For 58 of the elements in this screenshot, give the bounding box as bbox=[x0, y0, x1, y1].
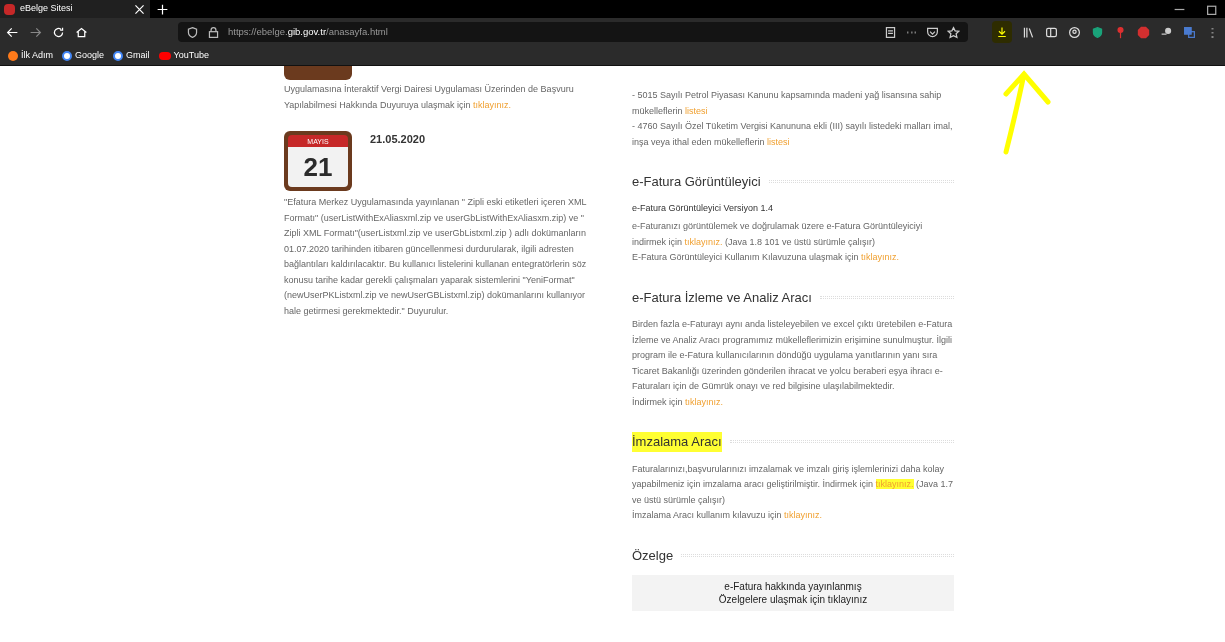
pin-icon[interactable] bbox=[1114, 25, 1127, 39]
close-icon[interactable] bbox=[133, 2, 146, 16]
section-heading: e-Fatura Görüntüleyici bbox=[632, 173, 761, 191]
download-icon bbox=[996, 26, 1008, 38]
paragraph: E-Fatura Görüntüleyici Kullanım Kılavuzuna ulaşmak için tıklayınız. bbox=[632, 251, 901, 264]
download-button[interactable] bbox=[992, 21, 1012, 43]
firefox-icon bbox=[8, 50, 18, 61]
account-icon[interactable] bbox=[1068, 25, 1081, 39]
link[interactable]: tıklayınız. bbox=[472, 99, 511, 110]
link[interactable]: tıklayınız. bbox=[684, 236, 723, 247]
shield-icon[interactable] bbox=[186, 25, 199, 39]
paragraph: İndirmek için tıklayınız. bbox=[632, 395, 725, 409]
lock-icon[interactable] bbox=[207, 25, 220, 39]
pocket-icon[interactable] bbox=[926, 25, 939, 39]
sidebar-icon[interactable] bbox=[1045, 25, 1058, 39]
youtube-icon bbox=[158, 51, 171, 60]
forward-icon[interactable] bbox=[29, 25, 42, 39]
paragraph: - 4760 Sayılı Özel Tüketim Vergisi Kanununa ekli (III) sayılı listedeki malları imal, inşa veya ithal eden mükelleflerin listesi bbox=[632, 120, 954, 149]
tab-title: eBelge Sitesi bbox=[20, 2, 74, 16]
bookmark[interactable]: İlk Adım bbox=[8, 48, 53, 63]
link[interactable]: listesi bbox=[685, 105, 708, 116]
paragraph: e-Faturanızı görüntülemek ve doğrulamak üzere e-Fatura Görüntüleyiciyi indirmek için tıklayınız. (Java 1.8 101 ve üstü sürümle çalışır) bbox=[632, 220, 924, 249]
home-icon[interactable] bbox=[75, 25, 88, 39]
address-bar[interactable]: https://ebelge.gib.gov.tr/anasayfa.html bbox=[178, 22, 968, 42]
shield-icon[interactable] bbox=[1091, 25, 1104, 39]
calendar-icon bbox=[284, 66, 352, 80]
bookmark[interactable]: Google bbox=[62, 48, 105, 63]
calendar-day: 21 bbox=[303, 154, 333, 180]
section-heading: İmzalama Aracı bbox=[632, 432, 722, 452]
link[interactable]: tıklayınız. bbox=[784, 510, 823, 520]
adblock-icon[interactable] bbox=[1137, 25, 1150, 39]
link[interactable]: tıklayınız. bbox=[861, 252, 900, 262]
paragraph: Uygulamasına İnteraktif Vergi Dairesi Uygulaması Üzerinden de Başvuru Yapılabilmesi Hakkında Duyuruya ulaşmak için tıklayınız. bbox=[284, 83, 575, 112]
back-icon[interactable] bbox=[6, 25, 19, 39]
paragraph: - 5015 Sayılı Petrol Piyasası Kanunu kapsamında madeni yağ lisansına sahip mükelleflerin listesi bbox=[632, 89, 943, 118]
paragraph: İmzalama Aracı kullanım kılavuzu için tıklayınız. bbox=[632, 509, 824, 522]
bookmark[interactable]: Gmail bbox=[113, 48, 150, 63]
bookmark[interactable]: YouTube bbox=[158, 48, 209, 63]
translate-icon[interactable] bbox=[1183, 25, 1196, 39]
url-text: https://ebelge.gib.gov.tr/anasayfa.html bbox=[228, 24, 389, 39]
google-icon bbox=[62, 50, 72, 61]
site-icon bbox=[4, 3, 15, 15]
google-icon bbox=[113, 50, 124, 61]
library-icon[interactable] bbox=[1022, 25, 1035, 39]
link[interactable]: tıklayınız. bbox=[685, 396, 724, 407]
reader-icon[interactable] bbox=[884, 25, 897, 39]
subheading: e-Fatura Görüntüleyici Versiyon 1.4 bbox=[632, 201, 775, 215]
news-text: "Efatura Merkez Uygulamasında yayınlanan " Zipli eski etiketleri içeren XML Formatı" (userListWithExAliasxml.zip ve userGbListWithExAliasxm.zip) ve " Zipli XML Formatı"(userListxml.zip ve userGbListxml.zip ) adlı dokümanların 01.07.2020 tarihinden itibaren güncellenmesi durdurularak, ilgili adresten bağlantıları kaldırılacaktır. Bu kullanıcı listelerini kullanan entegratörlerin söz konusu tarihe kadar gerekli çalışmaları yaparak sistemlerini "YeniFormat"(newUserPKListxml.zip ve newUserGBListxml.zip) dokümanlarını kullanıyor hale getirmesi gerekmektedir." Duyurulur. bbox=[284, 196, 588, 318]
new-tab-icon[interactable] bbox=[156, 2, 169, 16]
section-heading: e-Fatura İzleme ve Analiz Aracı bbox=[632, 288, 812, 307]
link[interactable]: listesi bbox=[767, 136, 790, 147]
reload-icon[interactable] bbox=[52, 25, 65, 39]
news-date: 21.05.2020 bbox=[370, 132, 426, 147]
ozelge-button[interactable]: e-Fatura hakkında yayınlanmış Özelgelere ulaşmak için tıklayınız bbox=[632, 575, 954, 611]
section-heading: Özelge bbox=[632, 546, 674, 565]
star-icon[interactable] bbox=[947, 25, 960, 39]
browser-tab[interactable]: eBelge Sitesi bbox=[0, 0, 150, 18]
paragraph: Birden fazla e-Faturayı aynı anda listeleyebilen ve excel çıktı üretebilen e-Fatura İzleme ve Analiz Aracı programımız mükelleflerimizin erişimine sunulmuştur. İlgili program ile e-Fatura kullanıcılarının döndüğü uygulama yanıtlarının yanı sıra Ticaret Bakanlığı üzerinden gönderilen ihracat ve yolcu beraberi eşya ihracı e-Faturaları için de Gümrük onayı ve red bilgisine ulaşılabilmektedir. bbox=[632, 318, 954, 393]
